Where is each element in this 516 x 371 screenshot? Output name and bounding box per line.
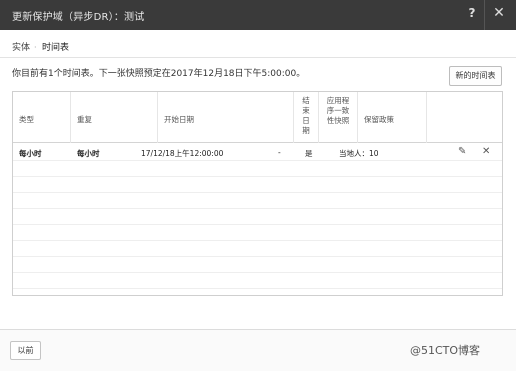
watermark-text: @51CTO博客 [410, 344, 481, 357]
delete-icon[interactable]: ✕ [482, 146, 490, 157]
tab-schedules[interactable]: 时间表 [42, 40, 69, 53]
column-header-app-consistent[interactable]: 应用程 序一致 性快照 [319, 92, 357, 143]
column-header-retention-label: 保留政策 [364, 115, 394, 124]
table-row[interactable]: 每小时 每小时 17/12/18上午12:00:00 - 是 当地人：10 ✎ … [13, 144, 502, 161]
schedule-table: 类型 重复 开始日期 结 束 日 期 应用程 序一致 性快照 保留政策 每小时 … [12, 91, 503, 296]
column-header-type[interactable]: 类型 [13, 92, 70, 143]
column-header-end-date[interactable]: 结 束 日 期 [294, 92, 318, 143]
update-protection-domain-dialog: 更新保护域（异步DR）：测试 ? ✕ 实体 · 时间表 你目前有1个时间表。下一… [0, 0, 516, 371]
tab-entities[interactable]: 实体 [12, 40, 30, 53]
table-row-empty [13, 193, 502, 209]
column-header-end-date-label: 结 束 日 期 [302, 96, 310, 135]
tab-separator: · [34, 43, 37, 52]
help-icon[interactable]: ? [465, 6, 479, 22]
cell-app-consistent: 是 [305, 149, 313, 158]
column-header-start-date-label: 开始日期 [164, 115, 194, 124]
column-header-retention[interactable]: 保留政策 [358, 92, 426, 143]
tab-divider [0, 57, 516, 58]
table-row-empty [13, 241, 502, 257]
close-icon[interactable]: ✕ [492, 5, 506, 23]
cell-start-date: 17/12/18上午12:00:00 [141, 149, 224, 158]
new-schedule-button[interactable]: 新的时间表 [449, 66, 502, 86]
column-header-repeat-label: 重复 [77, 115, 92, 124]
column-header-repeat[interactable]: 重复 [71, 92, 157, 143]
column-header-app-consistent-label: 应用程 序一致 性快照 [326, 96, 350, 125]
table-row-empty [13, 209, 502, 225]
table-row-empty [13, 273, 502, 289]
table-header: 类型 重复 开始日期 结 束 日 期 应用程 序一致 性快照 保留政策 [13, 92, 502, 143]
column-divider [426, 92, 427, 143]
table-row-empty [13, 225, 502, 241]
column-header-type-label: 类型 [19, 115, 34, 124]
edit-icon[interactable]: ✎ [458, 146, 466, 157]
schedule-info-text: 你目前有1个时间表。下一张快照预定在2017年12月18日下午5:00:00。 [12, 69, 306, 79]
dialog-footer: 以前 @51CTO博客 [0, 330, 516, 371]
table-row-empty [13, 161, 502, 177]
cell-repeat: 每小时 [77, 149, 100, 158]
cell-end-date: - [278, 148, 281, 157]
table-row-empty [13, 257, 502, 273]
table-row-empty [13, 177, 502, 193]
dialog-titlebar: 更新保护域（异步DR）：测试 ? ✕ [0, 0, 516, 30]
cell-type: 每小时 [19, 149, 42, 158]
column-header-start-date[interactable]: 开始日期 [158, 92, 293, 143]
dialog-title: 更新保护域（异步DR）：测试 [12, 12, 145, 23]
previous-button[interactable]: 以前 [10, 341, 41, 360]
titlebar-divider [484, 0, 485, 30]
cell-retention: 当地人：10 [339, 149, 379, 158]
